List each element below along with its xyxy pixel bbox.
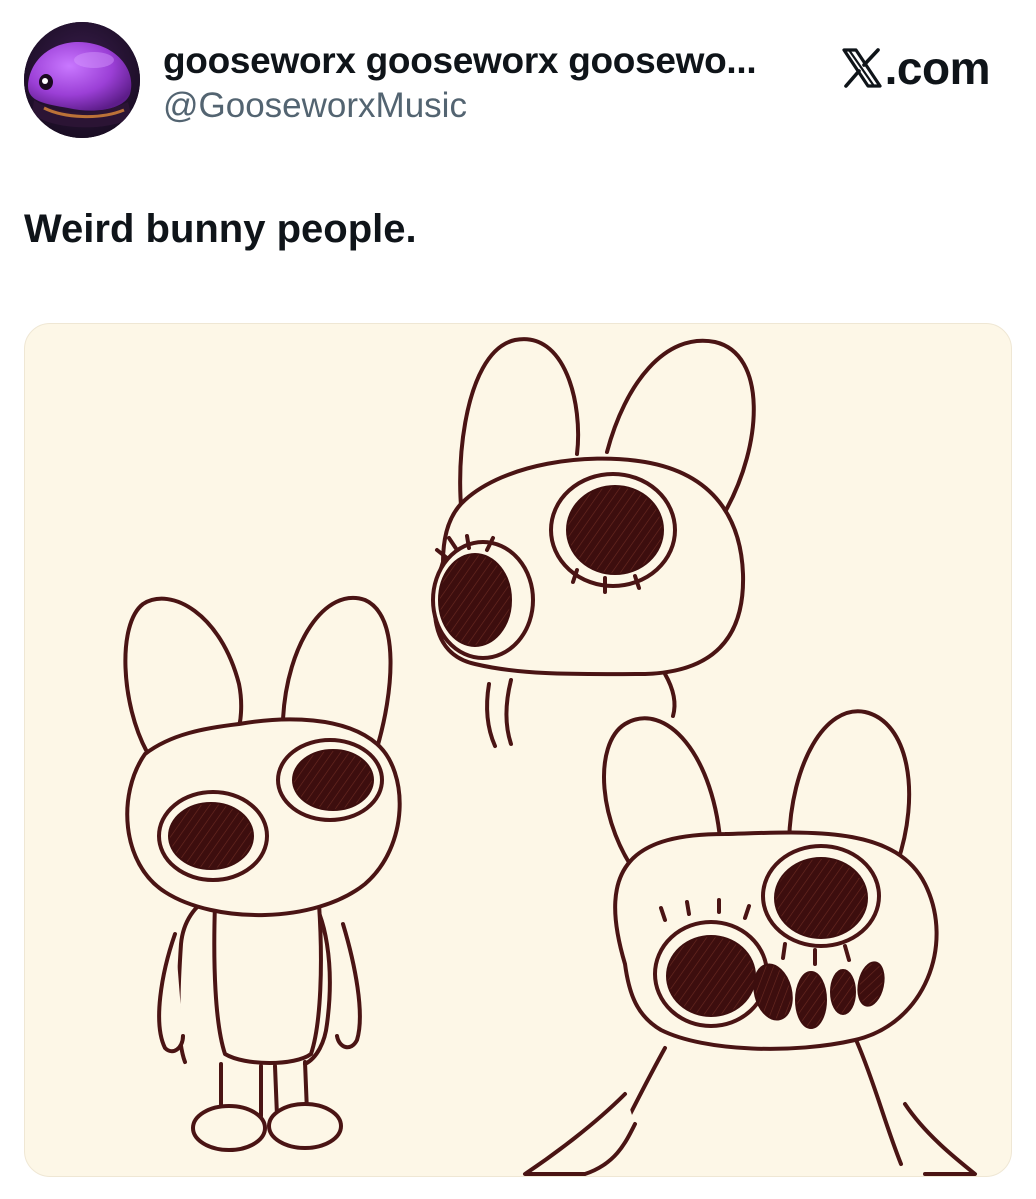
top-bunny xyxy=(431,337,756,748)
bunny-drawing xyxy=(123,337,977,1176)
bottom-right-bunny xyxy=(523,709,977,1176)
tweet-text: Weird bunny people. xyxy=(24,207,417,251)
display-name[interactable]: gooseworx gooseworx goosewo... xyxy=(163,38,803,84)
source-link[interactable]: .com xyxy=(841,40,991,96)
purple-creature-avatar-icon xyxy=(24,22,140,138)
tweet-header: gooseworx gooseworx goosewo... @Goosewor… xyxy=(24,22,1012,140)
tweet-media-image[interactable] xyxy=(24,323,1012,1177)
user-names: gooseworx gooseworx goosewo... @Goosewor… xyxy=(163,38,803,128)
x-logo-icon xyxy=(842,48,882,88)
left-bunny xyxy=(123,596,402,1152)
source-label: .com xyxy=(884,42,991,94)
avatar[interactable] xyxy=(24,22,140,138)
user-handle[interactable]: @GooseworxMusic xyxy=(163,84,803,128)
